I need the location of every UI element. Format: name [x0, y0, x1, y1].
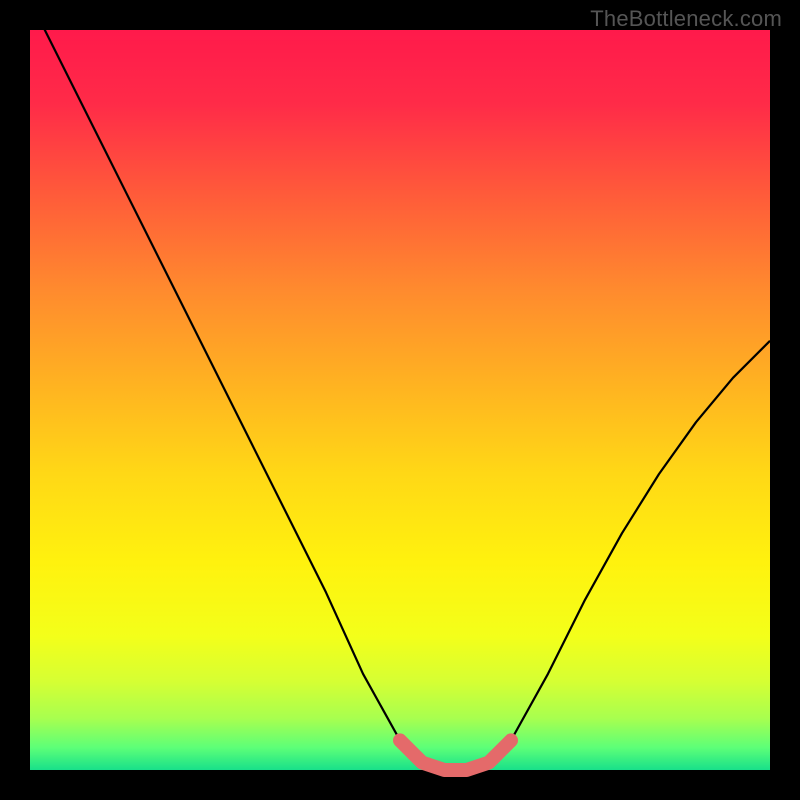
optimal-zone-path	[400, 740, 511, 770]
watermark-text: TheBottleneck.com	[590, 6, 782, 32]
chart-frame: TheBottleneck.com	[0, 0, 800, 800]
bottleneck-curve-svg	[30, 30, 770, 770]
chart-plot-area	[30, 30, 770, 770]
bottleneck-curve-path	[30, 0, 770, 770]
